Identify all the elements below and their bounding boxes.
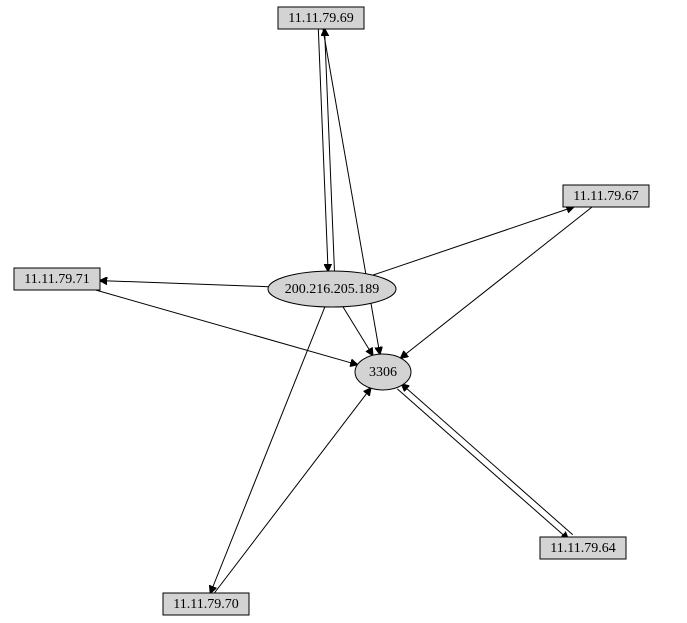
node-n64: 11.11.79.64: [540, 537, 626, 559]
edge: [210, 307, 324, 593]
node-label: 200.216.205.189: [285, 282, 380, 297]
node-label: 11.11.79.70: [173, 597, 238, 612]
node-center_ip: 200.216.205.189: [268, 271, 396, 307]
edge: [318, 29, 328, 271]
edge: [402, 384, 573, 535]
node-n71: 11.11.79.71: [14, 268, 100, 290]
network-diagram: 200.216.205.189 3306 11.11.79.69 11.11.79.6…: [0, 0, 687, 623]
node-n70: 11.11.79.70: [163, 593, 249, 615]
node-label: 3306: [369, 365, 397, 380]
edge: [373, 207, 574, 275]
edge: [100, 281, 269, 287]
node-n69: 11.11.79.69: [278, 7, 364, 29]
node-n67: 11.11.79.67: [563, 185, 649, 207]
edge: [401, 207, 592, 358]
edge: [397, 389, 568, 539]
node-label: 11.11.79.67: [573, 189, 638, 204]
node-label: 11.11.79.69: [288, 11, 353, 26]
node-port: 3306: [355, 354, 411, 390]
node-label: 11.11.79.71: [24, 272, 89, 287]
edge: [214, 388, 370, 593]
node-label: 11.11.79.64: [550, 541, 615, 556]
edge: [343, 307, 373, 356]
